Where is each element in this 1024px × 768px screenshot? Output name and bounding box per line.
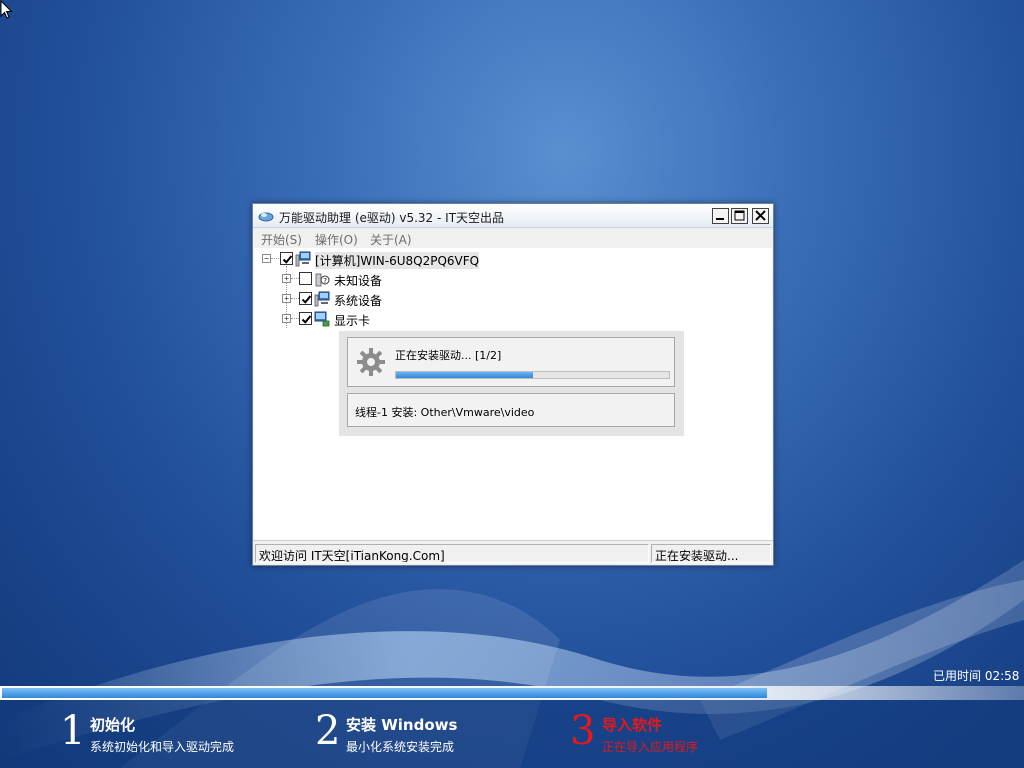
install-status-text: 正在安装驱动... [1/2]	[395, 349, 502, 362]
minimize-icon	[716, 218, 724, 220]
step-number: 2	[315, 708, 341, 754]
menu-about[interactable]: 关于(A)	[370, 231, 412, 248]
menu-start[interactable]: 开始(S)	[261, 231, 302, 248]
tree-node-unknown-device[interactable]: + ? 未知设备	[254, 270, 454, 288]
minimize-button[interactable]	[712, 208, 729, 224]
system-device-icon	[314, 291, 330, 307]
tree-root-node[interactable]: − [计算机]WIN-6U8Q2PQ6VFQ	[254, 250, 494, 269]
expand-toggle[interactable]: +	[282, 294, 291, 303]
step-number: 1	[60, 708, 86, 754]
display-card-icon	[314, 311, 330, 327]
step-title: 导入软件	[602, 716, 663, 734]
system-device-checkbox[interactable]	[299, 292, 312, 305]
tree-node-label: 系统设备	[334, 294, 383, 308]
menu-operation[interactable]: 操作(O)	[315, 231, 358, 248]
thread-info-text: 线程-1 安装: Other\Vmware\video	[355, 406, 535, 419]
computer-icon	[295, 251, 311, 267]
step-subtitle: 系统初始化和导入驱动完成	[90, 740, 235, 754]
step-subtitle: 最小化系统安装完成	[346, 740, 455, 754]
status-bar: 欢迎访问 IT天空[iTianKong.Com] 正在安装驱动...	[253, 540, 773, 565]
expand-toggle[interactable]: +	[282, 314, 291, 323]
status-state: 正在安装驱动...	[651, 544, 771, 563]
setup-step-1: 1 初始化 系统初始化和导入驱动完成	[60, 708, 280, 760]
step-title: 初始化	[90, 716, 136, 734]
device-tree[interactable]: − [计算机]WIN-6U8Q2PQ6VFQ + ? 未知设备 + 系统设备 +…	[254, 248, 772, 540]
app-logo-icon	[258, 209, 274, 223]
app-window[interactable]: 万能驱动助理 (e驱动) v5.32 - IT天空出品 开始(S) 操作(O) …	[252, 203, 774, 566]
setup-step-2: 2 安装 Windows 最小化系统安装完成	[315, 708, 535, 760]
close-icon	[755, 210, 766, 221]
elapsed-time: 已用时间 02:58	[933, 669, 1020, 683]
setup-step-3: 3 导入软件 正在导入应用程序	[570, 708, 770, 760]
cursor-icon	[0, 0, 14, 20]
expand-toggle[interactable]: +	[282, 274, 291, 283]
tree-node-display-card[interactable]: + 显示卡	[254, 310, 454, 328]
unknown-device-icon: ?	[314, 271, 330, 287]
tree-node-label: 显示卡	[334, 314, 371, 328]
close-button[interactable]	[752, 208, 769, 224]
install-progress-panel: 正在安装驱动... [1/2] 线程-1 安装: Other\Vmware\vi…	[339, 331, 684, 436]
gear-icon	[356, 347, 386, 377]
thread-info-box: 线程-1 安装: Other\Vmware\video	[347, 393, 675, 427]
setup-progress-fill	[2, 688, 767, 698]
setup-progress-bar	[0, 686, 1024, 700]
step-title: 安装 Windows	[346, 716, 458, 734]
root-checkbox[interactable]	[280, 252, 293, 265]
tree-root-label: [计算机]WIN-6U8Q2PQ6VFQ	[315, 252, 480, 269]
install-progress-bar	[395, 371, 670, 379]
unknown-device-checkbox[interactable]	[299, 272, 312, 285]
tree-node-label: 未知设备	[334, 274, 383, 288]
status-welcome: 欢迎访问 IT天空[iTianKong.Com]	[255, 544, 649, 563]
display-card-checkbox[interactable]	[299, 312, 312, 325]
maximize-button[interactable]	[731, 208, 748, 224]
window-title: 万能驱动助理 (e驱动) v5.32 - IT天空出品	[279, 211, 505, 225]
install-status-box: 正在安装驱动... [1/2]	[347, 337, 675, 387]
menu-bar: 开始(S) 操作(O) 关于(A)	[253, 228, 773, 248]
collapse-toggle[interactable]: −	[262, 254, 271, 263]
svg-text:?: ?	[323, 277, 327, 285]
tree-node-system-device[interactable]: + 系统设备	[254, 290, 454, 308]
maximize-icon	[734, 210, 745, 221]
install-progress-fill	[396, 372, 533, 378]
step-subtitle: 正在导入应用程序	[602, 740, 699, 754]
title-bar[interactable]: 万能驱动助理 (e驱动) v5.32 - IT天空出品	[253, 204, 773, 228]
step-number: 3	[570, 708, 596, 754]
